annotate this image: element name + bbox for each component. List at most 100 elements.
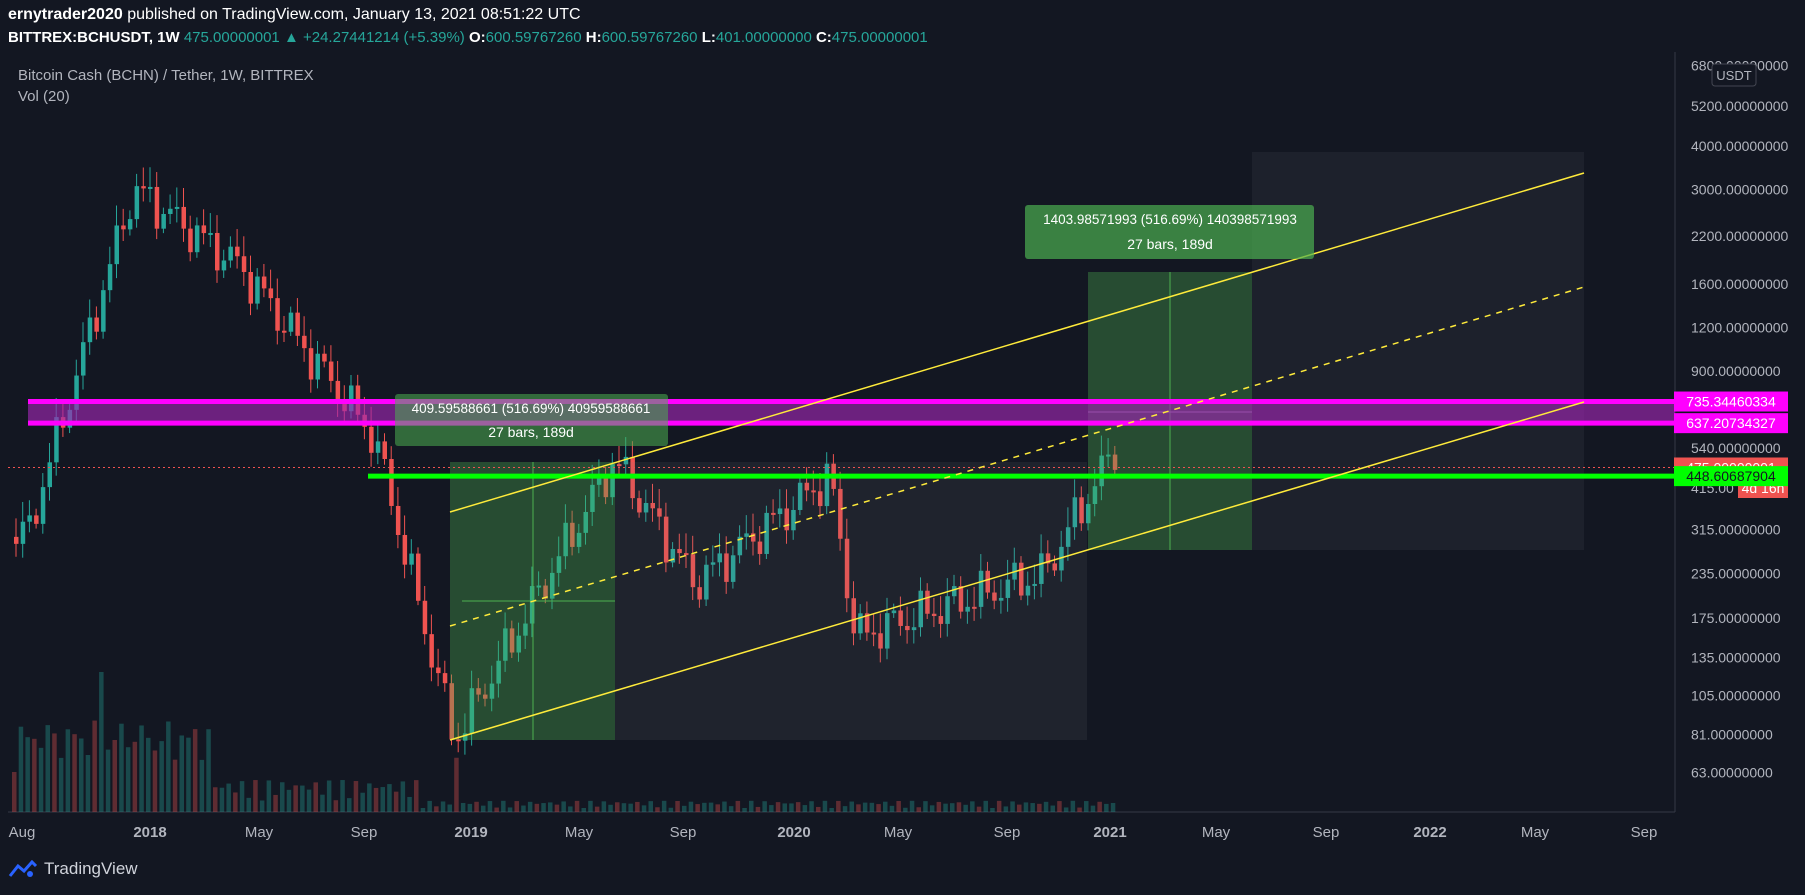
- volume-bar: [460, 802, 466, 812]
- volume-bar: [447, 804, 452, 812]
- candle-body: [20, 521, 26, 544]
- up-arrow-icon: ▲: [283, 29, 299, 46]
- candle-body: [201, 225, 207, 234]
- volume-bar: [132, 741, 138, 812]
- candle-body: [409, 553, 414, 565]
- volume-bar: [554, 804, 560, 812]
- candle-body: [241, 256, 247, 272]
- volume-bar: [869, 802, 875, 812]
- volume-bar: [407, 796, 412, 812]
- volume-bar: [414, 780, 419, 812]
- volume-bar: [916, 807, 921, 812]
- candle-body: [215, 232, 220, 271]
- y-tick-label: 5200.00000000: [1691, 98, 1789, 114]
- volume-bar: [306, 789, 312, 812]
- volume-bar: [159, 741, 164, 812]
- volume-bar: [92, 720, 97, 812]
- volume-bar: [186, 737, 191, 812]
- volume-bar: [950, 803, 955, 812]
- volume-bar: [467, 803, 473, 812]
- volume-bar: [963, 804, 968, 812]
- chart-root: 6800.000000005200.000000004000.000000003…: [0, 0, 1805, 895]
- x-tick-label: Sep: [670, 824, 697, 841]
- volume-bar: [655, 807, 660, 812]
- volume-bar: [849, 801, 854, 812]
- volume-bar: [192, 729, 198, 812]
- volume-bar: [983, 800, 988, 812]
- candle-body: [168, 208, 173, 214]
- x-tick-label: May: [245, 824, 274, 841]
- candle-body: [87, 317, 93, 343]
- volume-bar: [749, 800, 754, 812]
- volume-bar: [58, 757, 64, 812]
- volume-bar: [856, 804, 861, 812]
- volume-bar: [481, 805, 486, 812]
- volume-bar: [594, 806, 600, 812]
- volume-bar: [1030, 803, 1035, 812]
- series-title: Bitcoin Cash (BCHN) / Tether, 1W, BITTRE…: [18, 67, 314, 84]
- volume-bar: [548, 802, 553, 812]
- close-value: 475.00000001: [831, 29, 928, 46]
- candle-body: [422, 600, 428, 635]
- open-value: 600.59767260: [485, 29, 582, 46]
- candle-body: [181, 206, 186, 229]
- plot-area: [8, 152, 1675, 812]
- volume-bar: [1003, 806, 1009, 812]
- volume-bar: [795, 802, 801, 812]
- y-tick-label: 81.00000000: [1691, 727, 1773, 743]
- measure-box-1-ext: [615, 462, 1087, 740]
- y-tick-label: 175.00000000: [1691, 610, 1781, 626]
- volume-bar: [715, 804, 720, 812]
- x-tick-label: Sep: [1631, 824, 1658, 841]
- volume-bar: [72, 734, 77, 812]
- volume-bar: [842, 806, 848, 812]
- volume-bar: [300, 785, 305, 812]
- volume-bar: [219, 787, 225, 812]
- volume-bar: [782, 803, 787, 812]
- candle-body: [429, 634, 434, 668]
- volume-bar: [661, 800, 667, 812]
- x-tick-label: Aug: [9, 824, 36, 841]
- x-tick-label: May: [565, 824, 594, 841]
- x-tick-label: May: [1521, 824, 1550, 841]
- volume-bar: [494, 807, 499, 812]
- y-tick-label: 63.00000000: [1691, 764, 1773, 780]
- volume-bar: [1104, 803, 1109, 812]
- high-value: 600.59767260: [601, 29, 698, 46]
- volume-bar: [755, 806, 761, 812]
- candle-body: [442, 673, 448, 684]
- candle-body: [154, 186, 160, 229]
- brand-footer[interactable]: TradingView: [8, 859, 138, 879]
- volume-bar: [286, 789, 292, 812]
- volume-bar: [1023, 802, 1029, 812]
- volume-bar: [574, 800, 580, 812]
- volume-bar: [601, 801, 607, 812]
- open-key: O:: [468, 29, 486, 46]
- y-tick-label: 540.00000000: [1691, 440, 1781, 456]
- volume-bar: [561, 801, 566, 812]
- resistance-zone: [28, 401, 1675, 424]
- volume-bar: [1057, 801, 1062, 812]
- volume-bar: [822, 800, 828, 812]
- volume-bar: [1017, 804, 1022, 812]
- volume-bar: [568, 806, 573, 812]
- price-chart[interactable]: 6800.000000005200.000000004000.000000003…: [0, 0, 1805, 895]
- volume-bar: [85, 754, 91, 812]
- candle-body: [148, 186, 153, 189]
- volume-bar: [929, 805, 935, 812]
- volume-bar: [883, 801, 888, 812]
- volume-bar: [836, 800, 841, 812]
- volume-bar: [742, 808, 747, 812]
- candle-body: [208, 232, 213, 235]
- volume-bar: [936, 801, 942, 812]
- volume-bar: [12, 772, 17, 812]
- volume-bar: [1090, 805, 1096, 812]
- volume-bar: [380, 787, 385, 812]
- author-name[interactable]: ernytrader2020: [8, 6, 123, 23]
- volume-bar: [728, 806, 734, 812]
- volume-bar: [1084, 801, 1089, 812]
- volume-bar: [1110, 802, 1116, 812]
- candle-body: [134, 186, 140, 220]
- y-tick-label: 235.00000000: [1691, 566, 1781, 582]
- candle-body: [328, 361, 334, 381]
